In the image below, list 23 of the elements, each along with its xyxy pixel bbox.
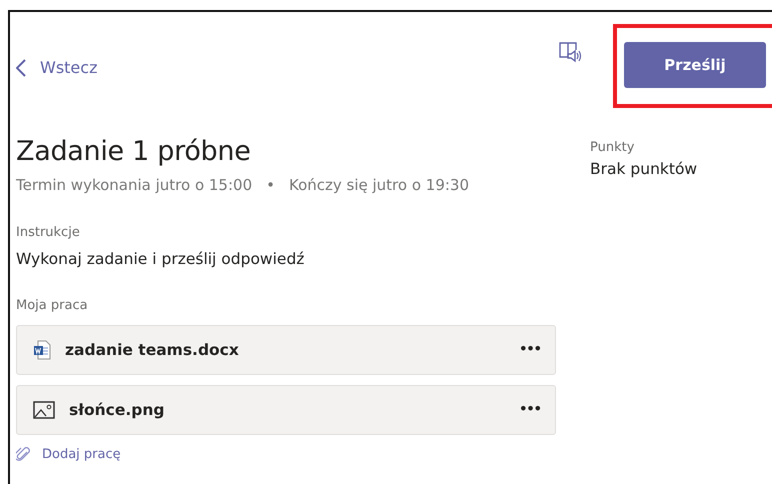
- points-value: Brak punktów: [590, 158, 698, 180]
- word-document-icon: [33, 340, 51, 360]
- points-label: Punkty: [590, 139, 636, 157]
- file-name: zadanie teams.docx: [65, 340, 240, 361]
- separator-dot: •: [266, 175, 275, 196]
- file-card[interactable]: zadanie teams.docx •••: [16, 325, 556, 376]
- immersive-reader-icon[interactable]: [558, 40, 582, 64]
- close-date-text: Kończy się jutro o 19:30: [288, 175, 470, 196]
- paperclip-icon[interactable]: [16, 446, 30, 463]
- file-card[interactable]: słońce.png •••: [16, 385, 556, 436]
- more-options-button[interactable]: •••: [519, 400, 541, 420]
- section-label: Moja praca: [16, 296, 89, 315]
- assignment-title: Zadanie 1 próbne: [16, 136, 252, 168]
- instructions-text: Wykonaj zadanie i prześlij odpowiedź: [16, 249, 306, 270]
- file-name: słońce.png: [69, 400, 166, 421]
- due-date-text: Termin wykonania jutro o 15:00: [16, 175, 252, 196]
- section-label: Instrukcje: [16, 224, 81, 242]
- submit-button[interactable]: Prześlij: [624, 42, 766, 88]
- back-icon[interactable]: [16, 59, 26, 77]
- image-file-icon: [33, 401, 55, 420]
- back-link[interactable]: Wstecz: [16, 56, 98, 80]
- add-work-link[interactable]: Dodaj pracę: [16, 445, 121, 465]
- more-options-button[interactable]: •••: [519, 340, 541, 360]
